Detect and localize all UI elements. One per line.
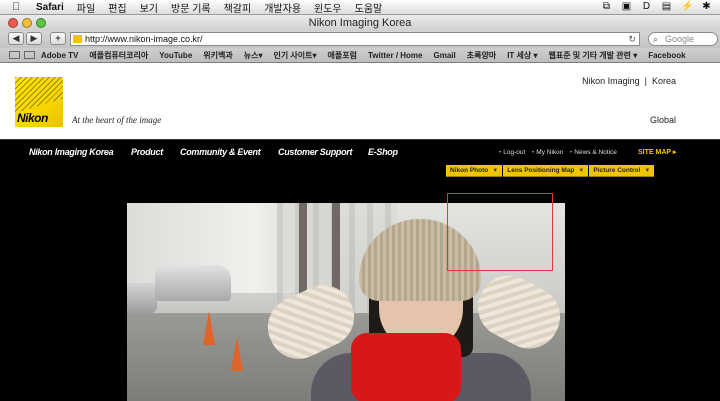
bookmark-item[interactable]: 인기 사이트▾	[273, 50, 316, 61]
photo-traffic-cone	[203, 311, 215, 345]
bookmark-tools	[9, 51, 35, 59]
photo-traffic-cone	[231, 337, 243, 371]
bookmark-item[interactable]: 위키백과	[203, 50, 232, 61]
window-title: Nikon Imaging Korea	[308, 17, 412, 29]
site-country-link[interactable]: Korea	[652, 76, 676, 86]
submenu-lens-positioning-map[interactable]: Lens Positioning Map ▼	[503, 165, 589, 177]
bookmark-item[interactable]: 웹표준 및 기타 개발 관련 ▾	[548, 50, 637, 61]
tagline: At the heart of the image	[72, 115, 162, 125]
bookmark-item[interactable]: Adobe TV	[41, 51, 78, 60]
menu-develop[interactable]: 개발자용	[264, 0, 301, 15]
web-page: Nikon At the heart of the image Nikon Im…	[0, 63, 720, 401]
dropdown-arrow-icon: ▼	[578, 168, 585, 174]
menu-bar:  Safari 파일 편집 보기 방문 기록 책갈피 개발자용 윈도우 도움말…	[0, 0, 720, 15]
close-icon[interactable]	[8, 18, 18, 28]
nav-nikon-imaging-korea[interactable]: Nikon Imaging Korea	[29, 147, 114, 157]
bookmark-item[interactable]: Gmail	[434, 51, 456, 60]
menu-app[interactable]: Safari	[36, 2, 64, 13]
screen-icon[interactable]: ▣	[621, 1, 632, 12]
site-name-link[interactable]: Nikon Imaging	[582, 76, 640, 86]
site-selector: Nikon Imaging | Korea	[582, 76, 676, 86]
address-bar[interactable]: http://www.nikon-image.co.kr/ ↻	[70, 32, 640, 46]
submenu-label: Lens Positioning Map	[507, 167, 575, 174]
site-header: Nikon At the heart of the image Nikon Im…	[0, 63, 720, 139]
bookmark-item[interactable]: 초록양마	[467, 50, 496, 61]
reload-icon[interactable]: ↻	[628, 33, 636, 45]
browser-toolbar: ◀ ▶ + http://www.nikon-image.co.kr/ ↻ ⌕ …	[0, 31, 720, 48]
photo-car	[155, 265, 231, 301]
bluetooth-icon[interactable]: ✱	[701, 1, 712, 12]
menu-history[interactable]: 방문 기록	[171, 0, 211, 15]
bookmark-item[interactable]: 애플컴퓨터코리아	[89, 50, 148, 61]
bookmark-item[interactable]: IT 세상 ▾	[507, 50, 537, 61]
logo-rays	[15, 77, 63, 113]
forward-icon[interactable]: ▶	[26, 32, 42, 45]
dropdown-arrow-icon: ▼	[644, 168, 651, 174]
menu-view[interactable]: 보기	[140, 0, 158, 15]
zoom-icon[interactable]	[36, 18, 46, 28]
bookmark-item[interactable]: Facebook	[648, 51, 685, 60]
submenu-label: Nikon Photo	[450, 167, 489, 174]
window-controls	[8, 18, 46, 28]
news-notice-link[interactable]: News & Notice	[570, 149, 617, 156]
window-titlebar: Nikon Imaging Korea	[0, 15, 720, 31]
bookmarks-bar: Adobe TV 애플컴퓨터코리아 YouTube 위키백과 뉴스▾ 인기 사이…	[0, 48, 720, 63]
bookmark-item[interactable]: 뉴스▾	[244, 50, 263, 61]
back-icon[interactable]: ◀	[8, 32, 24, 45]
menu-file[interactable]: 파일	[77, 0, 95, 15]
favicon-icon	[73, 35, 82, 43]
search-icon: ⌕	[653, 34, 659, 44]
main-nav: Nikon Imaging Korea Product Community & …	[0, 139, 720, 165]
annotation-highlight-box	[447, 193, 553, 271]
bookmarks-icon[interactable]	[24, 51, 35, 59]
nav-community-event[interactable]: Community & Event	[180, 147, 261, 157]
sync-icon[interactable]: ⧉	[601, 1, 612, 12]
logout-link[interactable]: Log-out	[499, 149, 525, 156]
menu-help[interactable]: 도움말	[355, 0, 383, 15]
menu-bookmarks[interactable]: 책갈피	[224, 0, 252, 15]
dropdown-arrow-icon: ▼	[492, 168, 499, 174]
nav-customer-support[interactable]: Customer Support	[278, 147, 353, 157]
search-input[interactable]: ⌕ Google	[648, 32, 718, 46]
submenu-picture-control[interactable]: Picture Control ▼	[589, 165, 655, 177]
logo-text: Nikon	[17, 111, 48, 125]
sub-menu: Nikon Photo ▼ Lens Positioning Map ▼ Pictu…	[446, 165, 655, 177]
photo-red-scarf	[351, 333, 461, 401]
d-icon[interactable]: D	[641, 1, 652, 12]
nav-product[interactable]: Product	[131, 147, 163, 157]
url-text: http://www.nikon-image.co.kr/	[85, 34, 203, 44]
submenu-nikon-photo[interactable]: Nikon Photo ▼	[446, 165, 503, 177]
add-bookmark-icon[interactable]: +	[50, 32, 66, 45]
bookmark-item[interactable]: 애플포럼	[328, 50, 357, 61]
status-icons: ⧉ ▣ D ▤ ⚡ ✱	[601, 1, 712, 12]
reading-list-icon[interactable]	[9, 51, 20, 59]
my-nikon-link[interactable]: My Nikon	[532, 149, 563, 156]
search-placeholder: Google	[665, 34, 695, 44]
separator: |	[644, 76, 647, 86]
flash-icon[interactable]: ⚡	[681, 1, 693, 12]
sitemap-link[interactable]: SITE MAP ▸	[638, 148, 676, 156]
menu-edit[interactable]: 편집	[108, 0, 126, 15]
minimize-icon[interactable]	[22, 18, 32, 28]
global-link[interactable]: Global	[650, 115, 676, 125]
menu-window[interactable]: 윈도우	[314, 0, 342, 15]
nav-eshop[interactable]: E-Shop	[368, 147, 398, 157]
status-icon[interactable]: ▤	[661, 1, 672, 12]
apple-icon[interactable]: 	[12, 1, 26, 13]
photo-car	[127, 283, 157, 313]
bookmark-item[interactable]: YouTube	[159, 51, 192, 60]
bookmark-item[interactable]: Twitter / Home	[368, 51, 423, 60]
nikon-logo[interactable]: Nikon	[15, 77, 63, 127]
submenu-label: Picture Control	[593, 167, 641, 174]
